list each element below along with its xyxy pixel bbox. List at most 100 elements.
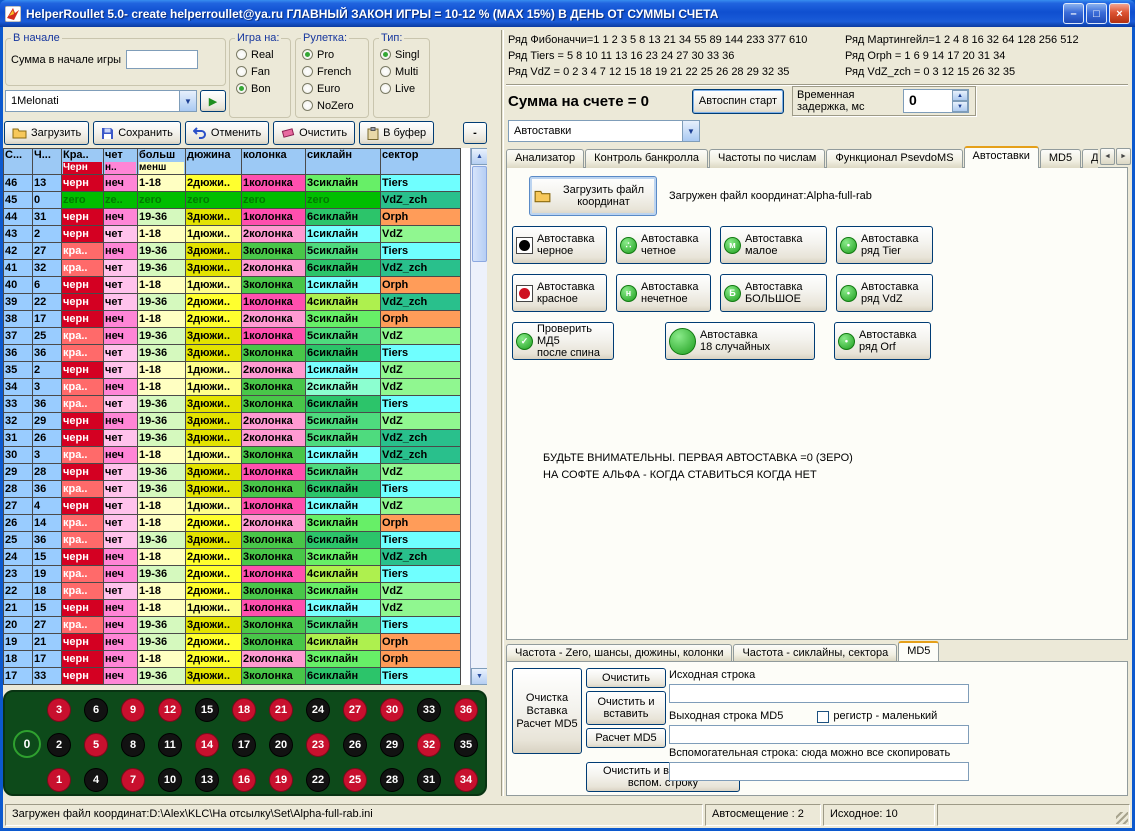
wheel-number-26[interactable]: 26 bbox=[343, 733, 367, 757]
wheel-number-1[interactable]: 1 bbox=[47, 768, 71, 792]
autobets-combobox[interactable]: Автоставки ▼ bbox=[508, 120, 700, 142]
wheel-number-32[interactable]: 32 bbox=[417, 733, 441, 757]
table-row[interactable]: 2027кра..неч19-363дюжи..3колонка5сиклайн… bbox=[4, 617, 461, 634]
table-scrollbar[interactable]: ▲ ▼ bbox=[470, 148, 487, 685]
table-row[interactable]: 4227кра..неч19-363дюжи..3колонка5сиклайн… bbox=[4, 243, 461, 260]
table-row[interactable]: 2928чернчет19-363дюжи..1колонка5сиклайнV… bbox=[4, 464, 461, 481]
wheel-number-11[interactable]: 11 bbox=[158, 733, 182, 757]
wheel-number-19[interactable]: 19 bbox=[269, 768, 293, 792]
minimize-button[interactable]: – bbox=[1063, 3, 1084, 24]
wheel-number-27[interactable]: 27 bbox=[343, 698, 367, 722]
profile-combobox[interactable]: 1Melonati ▼ bbox=[5, 90, 197, 112]
table-row[interactable]: 1733черннеч19-363дюжи..3колонка6сиклайнT… bbox=[4, 668, 461, 685]
main-tab-1[interactable]: Контроль банкролла bbox=[585, 149, 708, 168]
save-button[interactable]: Сохранить bbox=[93, 121, 181, 145]
autobet-button[interactable]: мАвтоставкамалое bbox=[720, 226, 827, 264]
autobet-button[interactable]: БАвтоставкаБОЛЬШОЕ bbox=[720, 274, 827, 312]
radio-real[interactable]: Real bbox=[230, 46, 290, 63]
main-tab-6[interactable]: Делени bbox=[1082, 149, 1098, 168]
table-row[interactable]: 4431черннеч19-363дюжи..1колонка6сиклайнO… bbox=[4, 209, 461, 226]
wheel-number-35[interactable]: 35 bbox=[454, 733, 478, 757]
radio-singl[interactable]: Singl bbox=[374, 46, 429, 63]
clear-button[interactable]: Очистить bbox=[586, 668, 666, 688]
table-row[interactable]: 3725кра..неч19-363дюжи..1колонка5сиклайн… bbox=[4, 328, 461, 345]
wheel-number-22[interactable]: 22 bbox=[306, 768, 330, 792]
table-row[interactable]: 4613черннеч1-182дюжи..1колонка3сиклайнTi… bbox=[4, 175, 461, 192]
main-tab-2[interactable]: Частоты по числам bbox=[709, 149, 825, 168]
tab-scroll-right-icon[interactable]: ► bbox=[1116, 148, 1131, 165]
source-string-input[interactable] bbox=[669, 684, 969, 703]
radio-nozero[interactable]: NoZero bbox=[296, 97, 368, 114]
table-row[interactable]: 4132кра..чет19-363дюжи..2колонка6сиклайн… bbox=[4, 260, 461, 277]
radio-euro[interactable]: Euro bbox=[296, 80, 368, 97]
table-row[interactable]: 1921черннеч19-362дюжи..3колонка4сиклайнO… bbox=[4, 634, 461, 651]
column-header[interactable]: сектор bbox=[381, 149, 461, 175]
bottom-tab-2[interactable]: MD5 bbox=[898, 641, 939, 661]
wheel-number-23[interactable]: 23 bbox=[306, 733, 330, 757]
wheel-number-13[interactable]: 13 bbox=[195, 768, 219, 792]
table-row[interactable]: 2536кра..чет19-363дюжи..3колонка6сиклайн… bbox=[4, 532, 461, 549]
calc-md5-button[interactable]: Расчет MD5 bbox=[586, 728, 666, 748]
bottom-tab-0[interactable]: Частота - Zero, шансы, дюжины, колонки bbox=[506, 644, 732, 661]
wheel-number-28[interactable]: 28 bbox=[380, 768, 404, 792]
wheel-number-20[interactable]: 20 bbox=[269, 733, 293, 757]
autobet-button[interactable]: •Автоставкаряд VdZ bbox=[836, 274, 933, 312]
wheel-number-14[interactable]: 14 bbox=[195, 733, 219, 757]
wheel-number-7[interactable]: 7 bbox=[121, 768, 145, 792]
wheel-number-21[interactable]: 21 bbox=[269, 698, 293, 722]
wheel-number-6[interactable]: 6 bbox=[84, 698, 108, 722]
wheel-number-29[interactable]: 29 bbox=[380, 733, 404, 757]
radio-live[interactable]: Live bbox=[374, 80, 429, 97]
wheel-number-30[interactable]: 30 bbox=[380, 698, 404, 722]
copy-to-buffer-button[interactable]: В буфер bbox=[359, 121, 434, 145]
wheel-number-8[interactable]: 8 bbox=[121, 733, 145, 757]
delay-spinner[interactable]: 0 ▲ ▼ bbox=[903, 89, 969, 113]
column-header[interactable]: Ч... bbox=[33, 149, 62, 175]
wheel-number-5[interactable]: 5 bbox=[84, 733, 108, 757]
table-row[interactable]: 1817черннеч1-182дюжи..2колонка3сиклайнOr… bbox=[4, 651, 461, 668]
table-row[interactable]: 352чернчет1-181дюжи..2колонка1сиклайнVdZ bbox=[4, 362, 461, 379]
aux-string-input[interactable] bbox=[669, 762, 969, 781]
radio-pro[interactable]: Pro bbox=[296, 46, 368, 63]
column-header[interactable]: четн.. bbox=[104, 149, 138, 175]
column-header[interactable]: сиклайн bbox=[306, 149, 381, 175]
autobet-button[interactable]: нАвтоставканечетное bbox=[616, 274, 711, 312]
load-button[interactable]: Загрузить bbox=[4, 121, 89, 145]
table-row[interactable]: 2614кра..чет1-182дюжи..2колонка3сиклайнO… bbox=[4, 515, 461, 532]
load-coords-button[interactable]: Загрузить файл координат bbox=[529, 176, 657, 216]
table-row[interactable]: 3336кра..чет19-363дюжи..3колонка6сиклайн… bbox=[4, 396, 461, 413]
main-tab-4[interactable]: Автоставки bbox=[964, 146, 1039, 168]
table-row[interactable]: 2115черннеч1-181дюжи..1колонка1сиклайнVd… bbox=[4, 600, 461, 617]
table-row[interactable]: 3922чернчет19-362дюжи..1колонка4сиклайнV… bbox=[4, 294, 461, 311]
tab-scroll-left-icon[interactable]: ◄ bbox=[1100, 148, 1115, 165]
table-row[interactable]: 3229черннеч19-363дюжи..2колонка5сиклайнV… bbox=[4, 413, 461, 430]
main-tab-5[interactable]: MD5 bbox=[1040, 149, 1081, 168]
radio-fan[interactable]: Fan bbox=[230, 63, 290, 80]
column-header[interactable]: колонка bbox=[242, 149, 306, 175]
wheel-number-24[interactable]: 24 bbox=[306, 698, 330, 722]
table-row[interactable]: 2319кра..неч19-362дюжи..1колонка4сиклайн… bbox=[4, 566, 461, 583]
main-tab-0[interactable]: Анализатор bbox=[506, 149, 584, 168]
autobet-button[interactable]: ∴Автоставкачетное bbox=[616, 226, 711, 264]
wheel-number-31[interactable]: 31 bbox=[417, 768, 441, 792]
wheel-number-18[interactable]: 18 bbox=[232, 698, 256, 722]
table-row[interactable]: 2218кра..чет1-182дюжи..3колонка3сиклайнV… bbox=[4, 583, 461, 600]
register-checkbox[interactable]: регистр - маленький bbox=[817, 710, 937, 723]
wheel-number-17[interactable]: 17 bbox=[232, 733, 256, 757]
output-md5-input[interactable] bbox=[669, 725, 969, 744]
table-row[interactable]: 343кра..неч1-181дюжи..3колонка2сиклайнVd… bbox=[4, 379, 461, 396]
spin-up-icon[interactable]: ▲ bbox=[952, 90, 968, 101]
table-row[interactable]: 3636кра..чет19-363дюжи..3колонка6сиклайн… bbox=[4, 345, 461, 362]
wheel-number-15[interactable]: 15 bbox=[195, 698, 219, 722]
wheel-number-9[interactable]: 9 bbox=[121, 698, 145, 722]
table-row[interactable]: 3126чернчет19-363дюжи..2колонка5сиклайнV… bbox=[4, 430, 461, 447]
autobet-button[interactable]: Автоставкакрасное bbox=[512, 274, 607, 312]
collapse-button[interactable]: - bbox=[463, 122, 487, 144]
radio-multi[interactable]: Multi bbox=[374, 63, 429, 80]
scroll-up-icon[interactable]: ▲ bbox=[471, 148, 487, 165]
autobet-button[interactable]: •Автоставкаряд Tier bbox=[836, 226, 933, 264]
wheel-number-4[interactable]: 4 bbox=[84, 768, 108, 792]
play-button[interactable]: ▶ bbox=[200, 90, 226, 112]
autobet-button[interactable]: Автоставкачерное bbox=[512, 226, 607, 264]
table-row[interactable]: 274чернчет1-181дюжи..1колонка1сиклайнVdZ bbox=[4, 498, 461, 515]
